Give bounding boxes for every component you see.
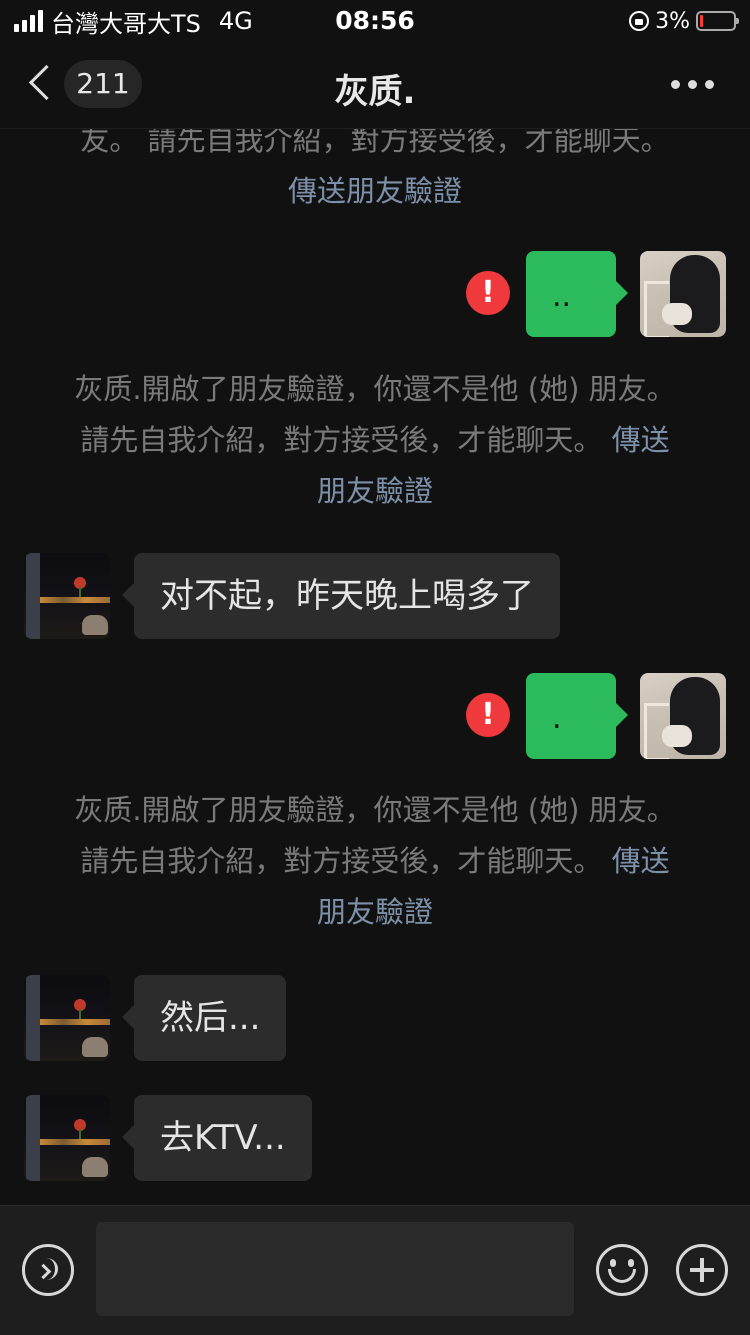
my-message-bubble[interactable]: . [526,673,628,759]
contact-avatar[interactable] [24,1095,110,1181]
plus-icon[interactable] [676,1244,728,1296]
system-notice-text: 灰质.開啟了朋友驗證，你還不是他 (她) 朋友。 請先自我介紹，對方接受後，才能… [74,793,676,878]
send-failed-icon[interactable]: ! [466,271,510,315]
emoji-icon[interactable] [596,1244,648,1296]
rotation-lock-icon [629,11,650,31]
system-notice-text: 友。 請先自我介紹，對方接受後，才能聊天。 [80,129,670,157]
status-right: 3% [629,6,739,36]
send-verification-link[interactable]: 傳送朋友驗證 [288,174,462,208]
voice-icon[interactable] [22,1244,74,1296]
message-text: . [552,701,562,736]
my-message-bubble[interactable]: .. [526,251,628,337]
system-notice: 友。 請先自我介紹，對方接受後，才能聊天。 傳送朋友驗證 [70,129,680,217]
more-dots-icon[interactable] [671,80,714,89]
chat-header: 211 灰质. [0,44,750,129]
chat-title: 灰质. [334,72,416,112]
status-bar: 台灣大哥大TS 4G 08:56 3% [0,0,750,44]
contact-avatar[interactable] [24,553,110,639]
system-notice-text: 灰质.開啟了朋友驗證，你還不是他 (她) 朋友。 請先自我介紹，對方接受後，才能… [74,372,676,457]
my-avatar[interactable] [640,251,726,337]
contact-avatar[interactable] [24,975,110,1061]
my-avatar[interactable] [640,673,726,759]
battery-icon [696,11,739,31]
message-list[interactable]: 友。 請先自我介紹，對方接受後，才能聊天。 傳送朋友驗證 ! .. 灰质.開啟了… [0,129,750,1204]
message-input[interactable] [96,1222,574,1316]
battery-percent: 3% [655,8,690,34]
system-notice: 灰质.開啟了朋友驗證，你還不是他 (她) 朋友。 請先自我介紹，對方接受後，才能… [70,785,680,938]
system-notice: 灰质.開啟了朋友驗證，你還不是他 (她) 朋友。 請先自我介紹，對方接受後，才能… [70,364,680,517]
message-text: .. [552,279,572,314]
contact-message-bubble[interactable]: 对不起，昨天晚上喝多了 [122,553,560,639]
contact-message-bubble[interactable]: 然后... [121,975,287,1061]
send-failed-icon[interactable]: ! [466,693,510,737]
contact-message-bubble[interactable]: 去KTV... [122,1095,312,1181]
input-bar [0,1205,750,1335]
